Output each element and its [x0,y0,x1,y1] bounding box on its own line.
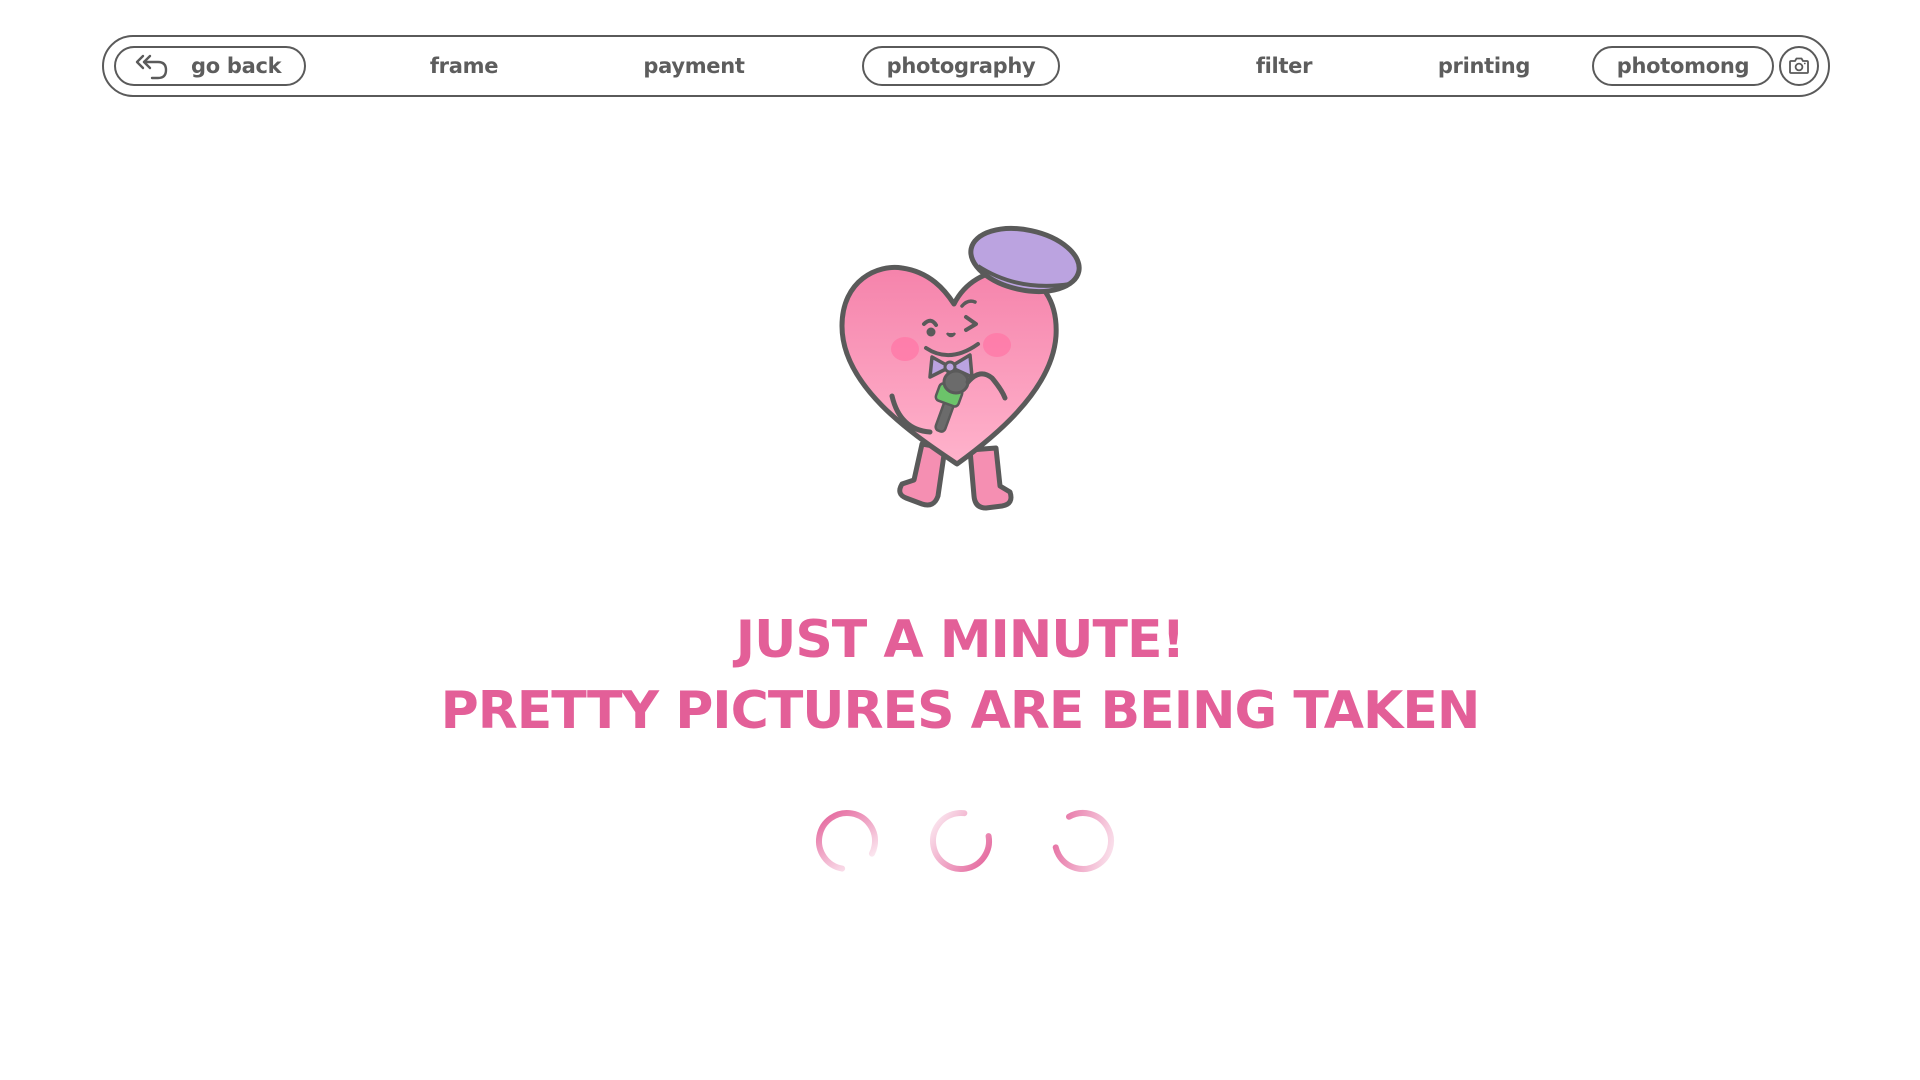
waiting-message-line-1: JUST A MINUTE! [735,610,1186,670]
camera-button[interactable] [1779,46,1819,86]
loading-spinner-1 [816,810,878,872]
back-arrow-icon [135,54,168,80]
heart-mascot-illustration [839,226,1082,511]
photo-booth-screen: go back frame payment photography filter… [0,0,1920,1080]
camera-icon [1789,57,1809,74]
nav-step-filter[interactable]: filter [1234,46,1334,86]
nav-step-frame[interactable]: frame [404,46,524,86]
nav-step-photography-active[interactable]: photography [862,46,1060,86]
top-navigation-bar: go back frame payment photography filter… [102,35,1830,97]
loading-spinner-2 [930,810,992,872]
nav-step-payment[interactable]: payment [624,46,764,86]
loading-spinner-3 [1052,810,1114,872]
nav-photomong-button[interactable]: photomong [1592,46,1774,86]
go-back-label: go back [191,54,282,78]
go-back-button[interactable]: go back [114,46,306,86]
nav-step-printing[interactable]: printing [1414,46,1554,86]
waiting-message-line-2: PRETTY PICTURES ARE BEING TAKEN [440,681,1481,741]
